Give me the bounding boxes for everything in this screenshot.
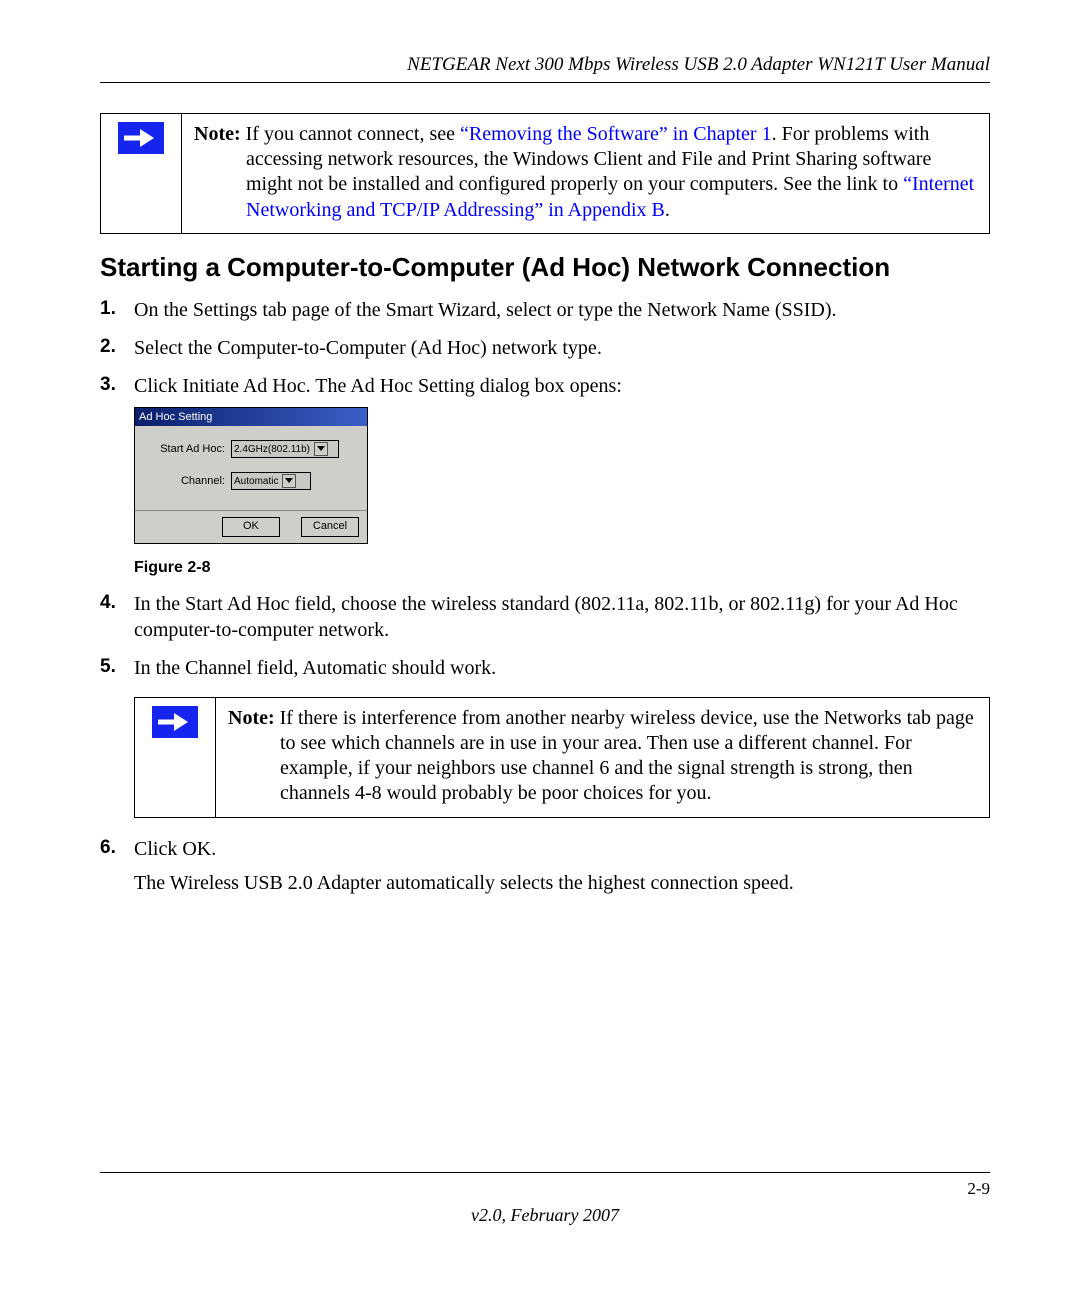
dialog-buttons: OK Cancel: [135, 510, 367, 543]
step-number: 5.: [100, 655, 116, 680]
page-header: NETGEAR Next 300 Mbps Wireless USB 2.0 A…: [100, 54, 990, 83]
steps-list: 1. On the Settings tab page of the Smart…: [100, 297, 990, 896]
adhoc-dialog: Ad Hoc Setting Start Ad Hoc: 2.4GHz(802.…: [134, 407, 368, 544]
step-number: 4.: [100, 591, 116, 616]
note-label: Note:: [194, 123, 241, 145]
dialog-body: Start Ad Hoc: 2.4GHz(802.11b) Channel: A…: [135, 426, 367, 510]
link-removing-software[interactable]: “Removing the Software” in Chapter 1: [460, 123, 772, 145]
dialog-row-start-adhoc: Start Ad Hoc: 2.4GHz(802.11b): [147, 440, 355, 458]
channel-value: Automatic: [234, 475, 278, 488]
step-number: 1.: [100, 297, 116, 322]
ok-button[interactable]: OK: [222, 517, 280, 537]
dialog-row-channel: Channel: Automatic: [147, 472, 355, 490]
start-adhoc-value: 2.4GHz(802.11b): [234, 443, 310, 456]
cancel-button[interactable]: Cancel: [301, 517, 359, 537]
arrow-right-icon: [152, 706, 198, 738]
step-text: In the Channel field, Automatic should w…: [134, 657, 496, 679]
page-footer: 2-9 v2.0, February 2007: [100, 1172, 990, 1226]
chevron-down-icon: [314, 442, 328, 456]
step-text: In the Start Ad Hoc field, choose the wi…: [134, 593, 958, 641]
step-6: 6. Click OK. The Wireless USB 2.0 Adapte…: [100, 836, 990, 896]
step-number: 6.: [100, 836, 116, 861]
step-3: 3. Click Initiate Ad Hoc. The Ad Hoc Set…: [100, 373, 990, 579]
note-text: If there is interference from another ne…: [275, 707, 974, 805]
start-adhoc-label: Start Ad Hoc:: [147, 442, 231, 456]
note-content: Note: If you cannot connect, see “Removi…: [182, 114, 990, 234]
step-subtext: The Wireless USB 2.0 Adapter automatical…: [134, 870, 990, 896]
note-content: Note: If there is interference from anot…: [216, 697, 990, 817]
note-label: Note:: [228, 707, 275, 729]
step-text: Click OK.: [134, 838, 216, 860]
note-icon-cell: [135, 697, 216, 817]
step-2: 2. Select the Computer-to-Computer (Ad H…: [100, 335, 990, 361]
step-1: 1. On the Settings tab page of the Smart…: [100, 297, 990, 323]
step-number: 2.: [100, 335, 116, 360]
note-box-2: Note: If there is interference from anot…: [134, 697, 990, 818]
note-box-1: Note: If you cannot connect, see “Removi…: [100, 113, 990, 234]
section-heading: Starting a Computer-to-Computer (Ad Hoc)…: [100, 252, 990, 283]
start-adhoc-select[interactable]: 2.4GHz(802.11b): [231, 440, 339, 458]
channel-select[interactable]: Automatic: [231, 472, 311, 490]
note-text-c: .: [665, 199, 670, 221]
step-text: On the Settings tab page of the Smart Wi…: [134, 299, 837, 321]
document-page: NETGEAR Next 300 Mbps Wireless USB 2.0 A…: [0, 0, 1080, 1296]
step-4: 4. In the Start Ad Hoc field, choose the…: [100, 591, 990, 643]
chevron-down-icon: [282, 474, 296, 488]
figure-caption: Figure 2-8: [134, 558, 990, 579]
note-text-a: If you cannot connect, see: [241, 123, 460, 145]
step-number: 3.: [100, 373, 116, 398]
channel-label: Channel:: [147, 474, 231, 488]
arrow-right-icon: [118, 122, 164, 154]
step-text: Select the Computer-to-Computer (Ad Hoc)…: [134, 337, 602, 359]
footer-version: v2.0, February 2007: [100, 1205, 990, 1226]
step-5: 5. In the Channel field, Automatic shoul…: [100, 655, 990, 818]
note-icon-cell: [101, 114, 182, 234]
step-text: Click Initiate Ad Hoc. The Ad Hoc Settin…: [134, 375, 622, 397]
header-title: NETGEAR Next 300 Mbps Wireless USB 2.0 A…: [407, 54, 990, 75]
page-number: 2-9: [100, 1179, 990, 1199]
dialog-titlebar: Ad Hoc Setting: [135, 408, 367, 426]
